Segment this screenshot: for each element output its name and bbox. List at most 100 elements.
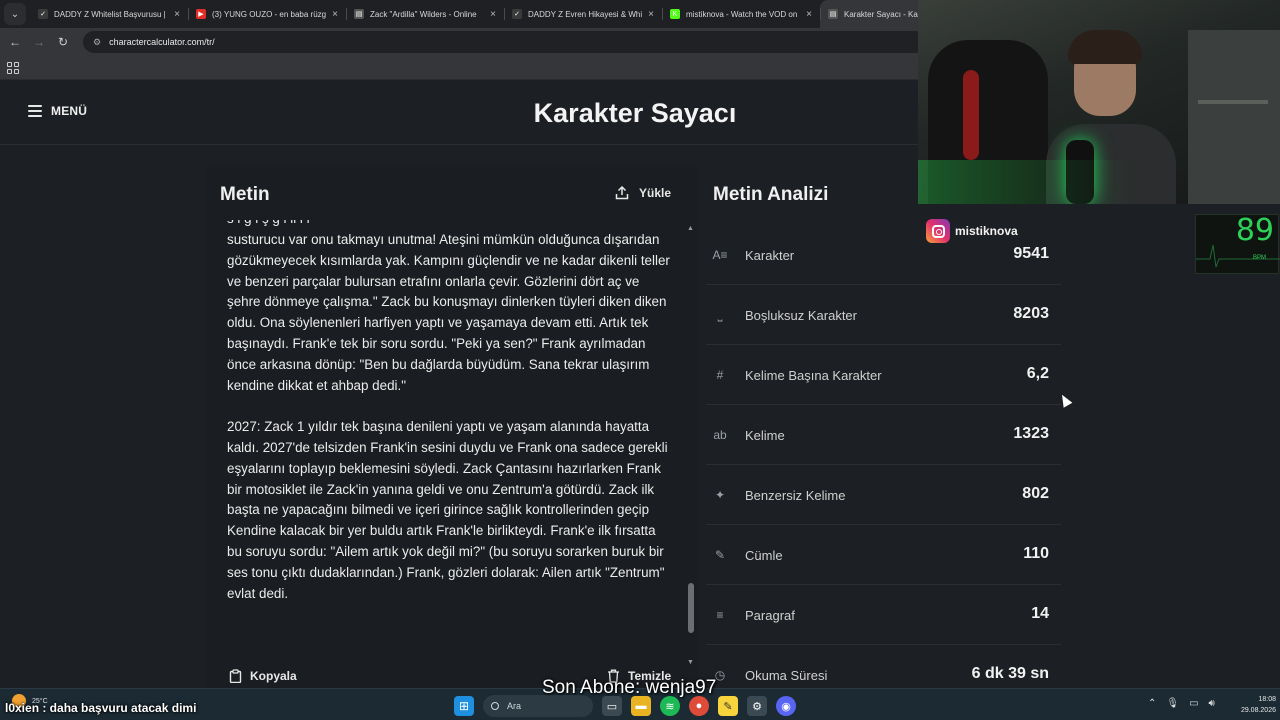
text-editor-panel: Metin Yükle s i ğ i ş ğ i il i l susturu… [207,165,697,688]
partial-text-line: s i ğ i ş ğ i il i l [227,220,672,230]
upload-icon [615,186,629,200]
browser-tab[interactable]: ▤ Zack "Ardilla" Wilders - Online × [346,0,504,28]
instagram-badge: mistiknova [926,219,1018,243]
browser-tab[interactable]: ✓ DADDY Z Whitelist Başvurusu | × [30,0,188,28]
tab-favicon-icon: ✓ [512,9,522,19]
tab-close-icon[interactable]: × [490,9,496,20]
tab-search-button[interactable]: ⌄ [4,3,26,25]
text-paragraph: susturucu var onu takmayı unutma! Ateşin… [227,232,670,393]
sticky-notes-icon[interactable]: ✎ [718,696,738,716]
heart-rate-widget: 89 BPM [1195,213,1280,274]
words-icon: ab [713,428,727,442]
tab-title: Zack "Ardilla" Wilders - Online [370,9,477,19]
stat-row: ◷ Okuma Süresi 6 dk 39 sn [706,645,1061,688]
webcam-rgb-glow [918,160,1280,204]
clipboard-icon [229,669,242,683]
stat-value: 802 [1022,485,1049,502]
scrollbar-thumb[interactable] [688,583,694,633]
settings-icon[interactable]: ⚙ [747,696,767,716]
scroll-up-arrow-icon[interactable]: ▲ [687,225,694,232]
text-analysis-panel: Metin Analizi A≡ Karakter 9541 ⎵ Boşluksuz K… [698,165,1066,688]
search-placeholder: Ara [507,701,522,711]
stat-label: Okuma Süresi [745,668,828,683]
stat-row: # Kelime Başına Karakter 6,2 [706,345,1061,405]
text-input-area[interactable]: s i ğ i ş ğ i il i l susturucu var onu t… [227,220,672,652]
forward-icon[interactable]: → [27,35,51,49]
tray-overflow-icon[interactable]: ⌃ [1148,698,1156,709]
volume-icon[interactable]: 🔊︎ [1209,698,1215,709]
tab-title: mistiknova - Watch the VOD on [686,9,798,19]
hash-icon: # [716,368,724,382]
stat-label: Kelime [745,428,785,443]
heart-rate-unit: BPM [1252,255,1266,261]
tab-close-icon[interactable]: × [174,9,180,20]
stat-value: 9541 [1013,245,1049,262]
tab-title: (3) YUNG OUZO - en baba rüzg [212,9,327,19]
tab-title: DADDY Z Whitelist Başvurusu | [54,9,166,19]
stat-value: 8203 [1013,305,1049,322]
pencil-icon: ✎ [714,548,726,562]
tab-favicon-icon: ✓ [38,9,48,19]
system-clock[interactable]: 18:08 29.08.2026 [1226,694,1276,716]
webcam-overlay [918,0,1280,204]
tab-favicon-icon: K [670,9,680,19]
tab-close-icon[interactable]: × [648,9,654,20]
stat-row: ✦ Benzersiz Kelime 802 [706,465,1061,525]
apps-icon[interactable] [7,61,19,74]
stat-row: ≡ Paragraf 14 [706,585,1061,645]
tab-close-icon[interactable]: × [332,9,338,20]
stat-label: Benzersiz Kelime [745,488,846,503]
instagram-icon [926,219,950,243]
spotify-icon[interactable]: ≋ [660,696,680,716]
stat-value: 14 [1031,605,1049,622]
chrome-icon[interactable]: ● [689,696,709,716]
chat-message-overlay: l0xien : daha başvuru atacak dimi [5,701,197,715]
tab-close-icon[interactable]: × [806,9,812,20]
sparkle-icon: ✦ [714,488,726,502]
reload-icon[interactable]: ↻ [51,35,75,49]
tab-title: DADDY Z Evren Hikayesi & Whi [528,9,643,19]
analysis-title: Metin Analizi [713,184,829,205]
site-info-icon[interactable]: ⚙ [93,37,101,48]
network-icon[interactable]: ▭ [1189,698,1198,709]
back-icon[interactable]: ← [3,35,27,49]
text-paragraph: 2027: Zack 1 yıldır tek başına denileni … [227,419,668,601]
tab-favicon-icon: ▤ [354,9,364,19]
task-view-icon[interactable]: ▭ [602,696,622,716]
tab-favicon-icon: ▤ [828,9,838,19]
stat-row: ✎ Cümle 110 [706,525,1061,585]
url-text: charactercalculator.com/tr/ [109,37,215,47]
stat-value: 110 [1023,545,1049,562]
clock-time: 18:08 [1258,696,1276,703]
copy-label: Kopyala [250,669,297,683]
stat-row: ⎵ Boşluksuz Karakter 8203 [706,285,1061,345]
stat-label: Karakter [745,248,795,263]
stat-label: Kelime Başına Karakter [745,368,882,383]
editor-title: Metin [220,184,270,205]
tab-favicon-icon: ▶ [196,9,206,19]
stat-value: 6 dk 39 sn [971,665,1049,682]
last-subscriber-overlay: Son Abone: wenja97 [542,677,717,698]
scroll-down-arrow-icon[interactable]: ▼ [687,659,694,666]
microphone-icon[interactable]: 🎙︎ [1166,698,1179,709]
discord-icon[interactable]: ◉ [776,696,796,716]
stat-value: 6,2 [1026,365,1049,382]
browser-tab[interactable]: ✓ DADDY Z Evren Hikayesi & Whi × [504,0,662,28]
copy-button[interactable]: Kopyala [229,669,297,683]
windows-start-icon[interactable]: ⊞ [454,696,474,716]
upload-button[interactable]: Yükle [615,186,671,200]
characters-icon: A≡ [712,248,728,262]
stat-label: Boşluksuz Karakter [745,308,857,323]
system-tray: ⌃ 🎙︎ ▭ 🔊︎ [1148,698,1225,709]
browser-tab[interactable]: ▶ (3) YUNG OUZO - en baba rüzg × [188,0,346,28]
upload-label: Yükle [639,186,672,200]
browser-tab[interactable]: Kmistiknova - Watch the VOD on × [662,0,820,28]
no-space-icon: ⎵ [717,307,723,322]
instagram-handle: mistiknova [955,224,1018,238]
file-explorer-icon[interactable]: ▬ [631,696,651,716]
stat-value: 1323 [1013,425,1049,442]
stat-label: Paragraf [745,608,795,623]
heart-rate-value: 89 [1235,213,1274,248]
clock-date: 29.08.2026 [1240,707,1276,714]
search-icon [491,702,499,710]
